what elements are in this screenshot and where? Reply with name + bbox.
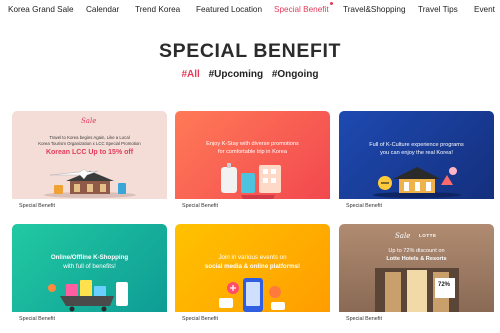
benefit-card-k-stay[interactable]: Enjoy K-Stay with diverse promotions for…	[175, 111, 330, 213]
card-category: Special Benefit	[175, 312, 330, 326]
top-navigation: Korea Grand Sale Calendar Trend Korea Fe…	[0, 0, 500, 24]
korea-grand-sale-logo: Sale	[81, 117, 97, 125]
card-headline: Korean LCC Up to 15% off	[45, 149, 134, 156]
filter-ongoing[interactable]: #Ongoing	[272, 69, 319, 80]
discount-badge: 72%	[438, 282, 451, 288]
card-banner: Sale Travel to Korea begins Again, Like …	[12, 111, 167, 199]
benefit-card-events[interactable]: Join in various events on social media &…	[175, 224, 330, 326]
card-subline: Lotte Hotels & Resorts	[386, 256, 447, 262]
card-subline: social media & online platforms!	[204, 263, 301, 270]
nav-item-trend-korea[interactable]: Trend Korea	[135, 5, 180, 14]
palace-culture-illustration	[373, 167, 461, 198]
benefit-card-lcc[interactable]: Sale Travel to Korea begins Again, Like …	[12, 111, 167, 213]
nav-item-travel-shopping[interactable]: Travel&Shopping	[343, 5, 406, 14]
card-subline-2: Korea Tourism Organization x LCC Special…	[38, 141, 141, 146]
card-category: Special Benefit	[12, 312, 167, 326]
korea-grand-sale-logo: Sale	[395, 232, 411, 240]
nav-item-special-benefit-label: Special Benefit	[274, 5, 329, 14]
filter-all[interactable]: #All	[181, 69, 199, 80]
benefit-card-k-culture[interactable]: Full of K-Culture experience programs yo…	[339, 111, 494, 213]
nav-item-featured-location[interactable]: Featured Location	[196, 5, 262, 14]
filter-tabs: #All #Upcoming #Ongoing	[0, 69, 500, 80]
card-category: Special Benefit	[339, 199, 494, 213]
card-banner: Enjoy K-Stay with diverse promotions for…	[175, 111, 330, 199]
page-title: SPECIAL BENEFIT	[159, 40, 341, 62]
card-subline-1: Travel to Korea begins Again, Like a Loc…	[49, 135, 130, 140]
benefit-card-lotte-hotels[interactable]: Sale LOTTE Up to 72% discount on Lotte H…	[339, 224, 494, 326]
card-headline: Enjoy K-Stay with diverse promotions	[206, 141, 299, 147]
card-banner: Sale LOTTE Up to 72% discount on Lotte H…	[339, 224, 494, 312]
nav-item-korea-grand-sale[interactable]: Korea Grand Sale	[8, 5, 74, 14]
card-category: Special Benefit	[339, 312, 494, 326]
card-subline: with full of benefits!	[63, 263, 116, 270]
airplane-palace-illustration	[44, 168, 136, 198]
card-banner: Join in various events on social media &…	[175, 224, 330, 312]
lotte-logo: LOTTE	[419, 233, 437, 238]
card-banner: Full of K-Culture experience programs yo…	[339, 111, 494, 199]
active-indicator-dot	[329, 2, 333, 5]
card-subline: you can enjoy the real Korea!	[380, 150, 453, 156]
suitcase-hotel-illustration	[221, 163, 281, 199]
nav-item-travel-tips[interactable]: Travel Tips	[418, 5, 458, 14]
card-banner: Online/Offline K-Shopping with full of b…	[12, 224, 167, 312]
filter-upcoming[interactable]: #Upcoming	[209, 69, 263, 80]
hotel-lobby-illustration	[375, 268, 459, 312]
shopping-cart-illustration	[48, 280, 128, 312]
card-category: Special Benefit	[175, 199, 330, 213]
smartphone-social-illustration	[219, 278, 285, 312]
card-headline: Full of K-Culture experience programs	[369, 142, 464, 148]
nav-item-calendar[interactable]: Calendar	[86, 5, 119, 14]
nav-item-event[interactable]: Event	[474, 5, 495, 14]
benefit-card-k-shopping[interactable]: Online/Offline K-Shopping with full of b…	[12, 224, 167, 326]
card-headline: Join in various events on	[218, 254, 287, 261]
card-subline: for comfortable trip in Korea	[217, 149, 288, 155]
card-category: Special Benefit	[12, 199, 167, 213]
card-headline: Online/Offline K-Shopping	[50, 254, 129, 261]
card-headline: Up to 72% discount on	[388, 248, 445, 254]
nav-item-special-benefit[interactable]: Special Benefit	[274, 2, 333, 14]
